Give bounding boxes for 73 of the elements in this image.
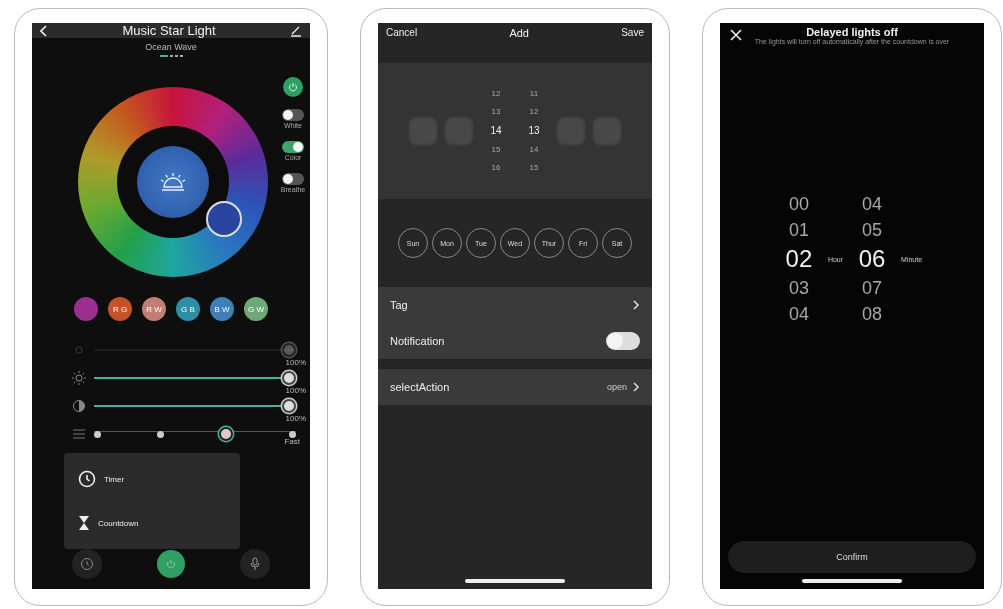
picker-item[interactable]: 12 [529, 108, 539, 116]
menu-item[interactable]: Timer [64, 457, 240, 501]
sun-icon [72, 371, 86, 385]
microphone-icon [249, 557, 261, 571]
picker-item[interactable]: 02 [785, 247, 813, 271]
picker-item[interactable]: 14 [490, 126, 502, 136]
confirm-button[interactable]: Confirm [728, 541, 976, 573]
color-preset[interactable]: B W [210, 297, 234, 321]
mode-toggle[interactable] [282, 109, 304, 121]
mode-toggle[interactable] [282, 141, 304, 153]
slider-handle[interactable] [282, 371, 296, 385]
list-row[interactable]: selectAction open [378, 369, 652, 405]
picker-item[interactable]: 06 [858, 247, 886, 271]
row-label: selectAction [390, 381, 450, 393]
row-label: Notification [390, 335, 445, 347]
picker-item[interactable]: 08 [862, 305, 883, 323]
clock-icon [80, 557, 94, 571]
picker-item[interactable]: 15 [491, 146, 501, 154]
slider-handle[interactable] [282, 399, 296, 413]
hourglass-icon [78, 515, 90, 531]
row-label: Tag [390, 299, 408, 311]
screen-title: Add [509, 27, 529, 39]
screen-title: Music Star Light [122, 23, 216, 38]
sunrise-icon [158, 171, 188, 193]
screen-title: Delayed lights off [806, 26, 898, 38]
picker-item[interactable]: 03 [788, 279, 809, 297]
slider-value: 100% [285, 386, 306, 395]
picker-item[interactable]: 07 [862, 279, 883, 297]
speed-step[interactable] [288, 430, 296, 438]
contrast-icon [72, 399, 86, 413]
microphone-button[interactable] [240, 549, 270, 579]
picker-item[interactable]: 16 [491, 164, 501, 172]
picker-item[interactable]: 13 [528, 126, 540, 136]
chevron-icon [633, 382, 640, 392]
scene-name: Ocean Wave [144, 42, 198, 52]
color-picker-handle[interactable] [206, 201, 242, 237]
chevron-icon [633, 300, 640, 310]
picker-item[interactable]: 11 [529, 90, 539, 98]
power-icon [166, 559, 176, 569]
color-preset[interactable] [74, 297, 98, 321]
pencil-icon[interactable] [290, 24, 302, 37]
power-icon [288, 82, 298, 92]
power-button[interactable] [283, 77, 303, 97]
color-preset[interactable]: G B [176, 297, 200, 321]
slider-value: 100% [285, 414, 306, 423]
row-value: open [606, 382, 627, 392]
picker-item[interactable]: 14 [529, 146, 539, 154]
picker-item[interactable]: 15 [529, 164, 539, 172]
picker-item[interactable]: 01 [788, 221, 809, 239]
clock-icon [78, 470, 96, 488]
picker-item[interactable]: 13 [491, 108, 501, 116]
picker-item[interactable]: 05 [862, 221, 883, 239]
timer-button[interactable] [72, 549, 102, 579]
notification-toggle[interactable] [606, 332, 640, 350]
color-preset[interactable]: R G [108, 297, 132, 321]
speed-label: Fast [284, 437, 300, 446]
sun-icon [72, 343, 86, 357]
speed-step[interactable] [219, 427, 234, 441]
picker-item[interactable]: 00 [788, 195, 809, 213]
slider-value: 100% [285, 358, 306, 367]
speed-step[interactable] [156, 430, 164, 438]
save-button[interactable]: Save [621, 27, 644, 38]
picker-item[interactable]: 12 [491, 90, 501, 98]
list-row[interactable]: Tag [378, 287, 652, 323]
mode-toggle[interactable] [282, 173, 304, 185]
picker-item[interactable]: 04 [788, 305, 809, 323]
picker-item[interactable]: 04 [862, 195, 883, 213]
menu-lines-icon [72, 429, 86, 439]
power-button[interactable] [157, 550, 185, 578]
menu-item[interactable]: Countdown [64, 501, 240, 545]
speed-step[interactable] [94, 430, 101, 438]
back-icon[interactable] [40, 24, 48, 37]
cancel-button[interactable]: Cancel [386, 27, 418, 38]
